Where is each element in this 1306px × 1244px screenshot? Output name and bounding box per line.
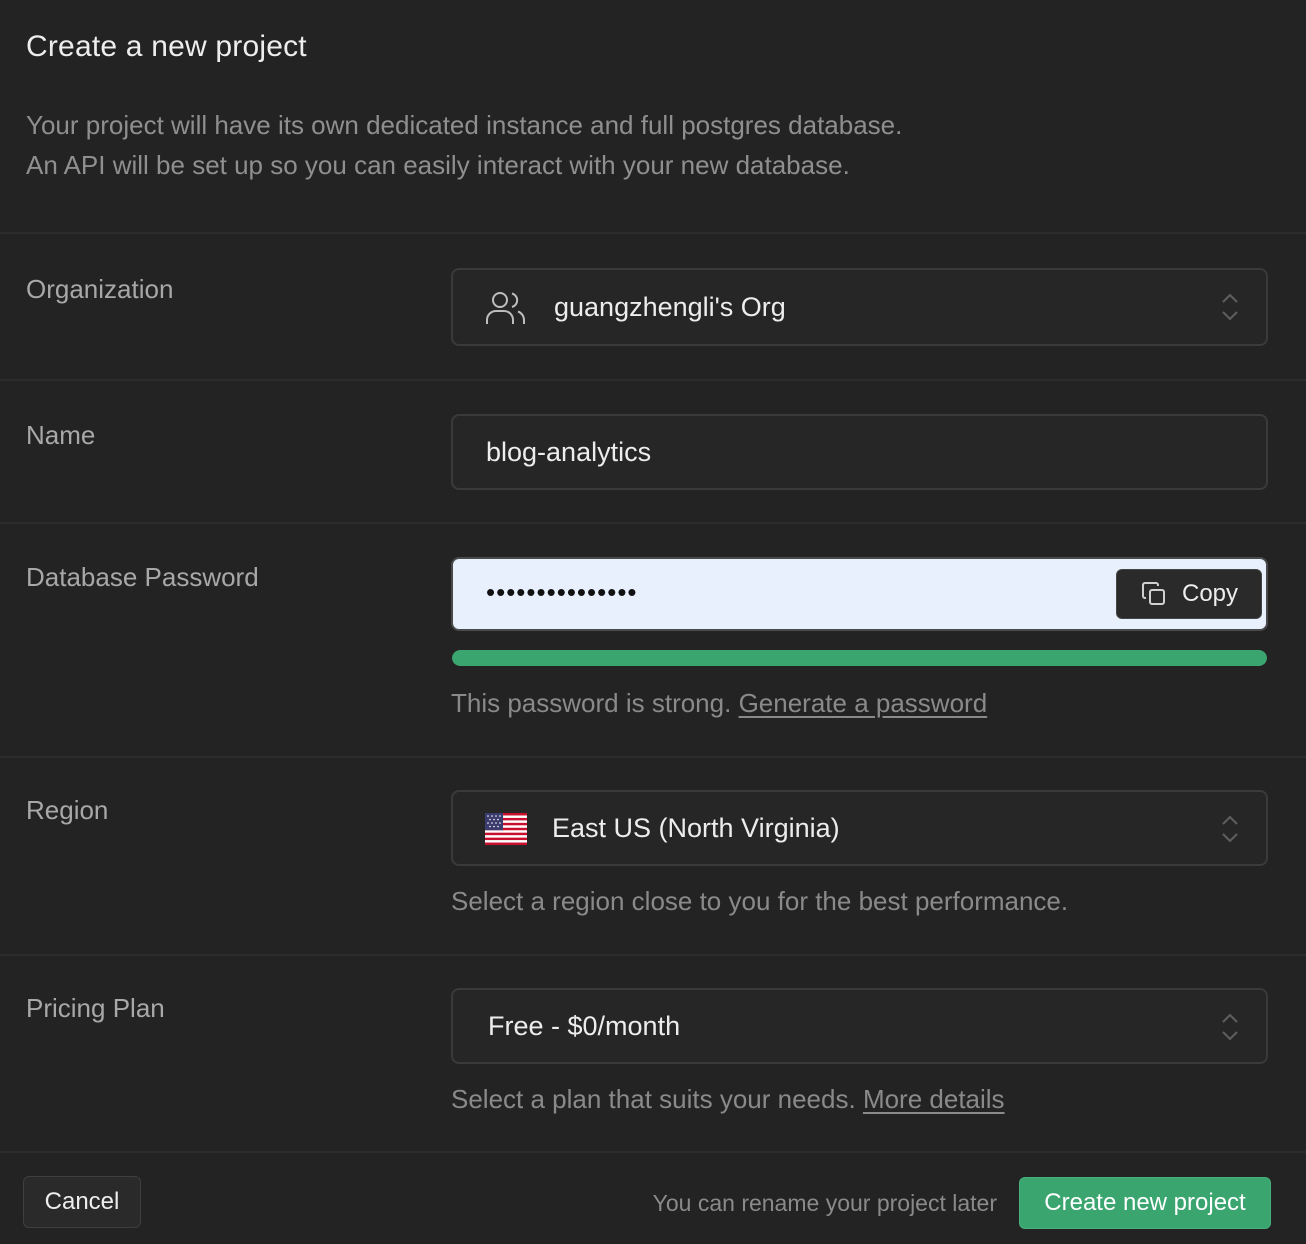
copy-button[interactable]: Copy [1116, 569, 1262, 619]
us-flag-icon [485, 813, 527, 845]
chevron-up-down-icon [1222, 1013, 1238, 1041]
password-input[interactable]: ••••••••••••••• Copy [451, 557, 1268, 631]
description-line-2: An API will be set up so you can easily … [26, 150, 850, 180]
region-label: Region [26, 795, 109, 825]
create-project-button[interactable]: Create new project [1019, 1177, 1271, 1229]
password-hint: This password is strong. Generate a pass… [451, 688, 987, 719]
name-input[interactable]: blog-analytics [451, 414, 1268, 490]
copy-icon [1141, 582, 1165, 605]
pricing-value: Free - $0/month [488, 1011, 681, 1041]
organization-label: Organization [26, 274, 174, 304]
dialog-header: Create a new project Your project will h… [0, 0, 1306, 234]
page-title: Create a new project [26, 30, 307, 63]
description-line-1: Your project will have its own dedicated… [26, 110, 903, 140]
create-project-dialog: Create a new project Your project will h… [0, 0, 1306, 1244]
users-icon [486, 292, 526, 324]
rename-note: You can rename your project later [652, 1190, 997, 1216]
pricing-select[interactable]: Free - $0/month [451, 988, 1268, 1064]
chevron-up-down-icon [1222, 293, 1238, 321]
pricing-hint: Select a plan that suits your needs. Mor… [451, 1084, 1005, 1115]
region-select[interactable]: East US (North Virginia) [451, 790, 1268, 866]
region-value: East US (North Virginia) [552, 813, 840, 843]
organization-value: guangzhengli's Org [554, 292, 786, 322]
generate-password-link[interactable]: Generate a password [739, 688, 988, 718]
password-value: ••••••••••••••• [486, 577, 638, 607]
name-section: Name blog-analytics [0, 381, 1306, 524]
dialog-footer: Cancel You can rename your project later… [0, 1153, 1306, 1244]
pricing-label: Pricing Plan [26, 993, 165, 1023]
copy-label: Copy [1181, 580, 1239, 607]
cancel-button[interactable]: Cancel [23, 1176, 141, 1228]
chevron-up-down-icon [1222, 815, 1238, 843]
name-value: blog-analytics [486, 437, 652, 467]
more-details-link[interactable]: More details [863, 1084, 1005, 1114]
region-hint: Select a region close to you for the bes… [451, 886, 1069, 916]
password-hint-text: This password is strong. [451, 688, 732, 718]
name-label: Name [26, 420, 96, 450]
region-section: Region East US (North Virginia) Select a… [0, 758, 1306, 956]
password-strength-bar [452, 650, 1267, 666]
pricing-hint-text: Select a plan that suits your needs. [451, 1084, 856, 1114]
password-label: Database Password [26, 562, 259, 592]
organization-section: Organization guangzhengli's Org [0, 234, 1306, 381]
password-strength-fill [452, 650, 1267, 666]
pricing-section: Pricing Plan Free - $0/month Select a pl… [0, 956, 1306, 1153]
organization-select[interactable]: guangzhengli's Org [451, 268, 1268, 346]
